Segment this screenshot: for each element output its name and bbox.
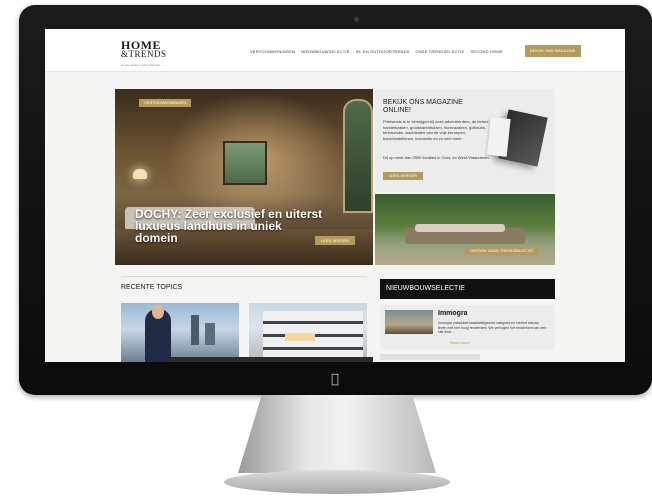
topics-divider	[121, 276, 367, 277]
nieuwbouwselectie-heading: NIEUWBOUWSELECTIE	[380, 279, 555, 299]
nieuwbouw-description: Immogra ontwikkelt kwalitatiefgericht va…	[438, 321, 547, 334]
person-face	[152, 305, 164, 319]
hero-read-more-button[interactable]: LEES VERDER	[315, 236, 356, 245]
hero-arched-window	[343, 99, 373, 213]
magazine-page	[486, 116, 511, 157]
skyline-tower	[191, 315, 199, 345]
hero-lamp	[133, 169, 147, 179]
monitor-stand-base	[224, 470, 450, 494]
main-nav: VERTOONWONINGEN NIEUWBOUWSELECTIE IN- EN…	[250, 49, 503, 54]
nav-item-nieuwbouwselectie[interactable]: NIEUWBOUWSELECTIE	[301, 49, 350, 54]
nieuwbouw-thumbnail[interactable]	[385, 310, 433, 334]
nieuwbouw-read-more-link[interactable]: Read more	[450, 340, 470, 345]
topic-card-2[interactable]	[249, 303, 367, 362]
topic-card-1[interactable]	[121, 303, 239, 362]
nav-item-in-en-outdoortrends[interactable]: IN- EN OUTDOORTRENDS	[356, 49, 410, 54]
logo-sub: &TRENDS	[121, 49, 167, 59]
promo-locations-text: Dit op meer dan 2500 locaties in Oost- e…	[383, 155, 490, 160]
magazine-cta-button[interactable]: BEKIJK ONS MAGAZINE	[525, 45, 581, 57]
nieuwbouw-name[interactable]: Immogra	[438, 310, 468, 317]
hero-category-badge[interactable]: VERTOONWONINGEN	[139, 99, 192, 107]
site-header: HOME &TRENDS wonen anders wonen lifestyl…	[45, 29, 625, 72]
hero-feature[interactable]: VERTOONWONINGEN DOCHY: Zeer exclusief en…	[115, 89, 373, 265]
trendselection-button[interactable]: ONTDEK ONZE TRENDSELECTIE	[465, 247, 539, 255]
magazine-promo: BEKIJK ONS MAGAZINE ONLINE! Printversie …	[375, 89, 555, 192]
monitor-stand	[238, 395, 436, 473]
topic-caption-strip	[168, 357, 373, 362]
logo-tagline: wonen anders wonen lifestyle	[121, 63, 161, 67]
promo-read-more-button[interactable]: LEES VERDER	[383, 172, 424, 180]
nav-item-onze-trendselectie[interactable]: ONZE TRENDSELECTIE	[416, 49, 465, 54]
nav-item-vertoonwoningen[interactable]: VERTOONWONINGEN	[250, 49, 295, 54]
hero-title[interactable]: DOCHY: Zeer exclusief en uiterst luxueus…	[135, 208, 325, 244]
recent-topics-heading: RECENTE TOPICS	[121, 284, 183, 291]
apple-logo-icon: 	[331, 372, 339, 387]
trendselection-tile[interactable]: ONTDEK ONZE TRENDSELECTIE	[375, 194, 555, 265]
website-screen: HOME &TRENDS wonen anders wonen lifestyl…	[45, 29, 625, 362]
camera-icon	[354, 17, 359, 22]
garden-cushions	[415, 224, 505, 232]
promo-text: Printversie is te verkrijgen bij onze ad…	[383, 119, 489, 141]
hero-window	[223, 141, 267, 185]
nav-item-second-home[interactable]: SECOND HOME	[470, 49, 502, 54]
skyline-tower	[205, 323, 215, 345]
lit-window	[285, 333, 315, 341]
nieuwbouw-next-card	[380, 354, 480, 360]
promo-title: BEKIJK ONS MAGAZINE ONLINE!	[383, 99, 463, 114]
nieuwbouw-card[interactable]: Immogra Immogra ontwikkelt kwalitatiefge…	[380, 305, 555, 349]
site-logo[interactable]: HOME &TRENDS wonen anders wonen lifestyl…	[121, 39, 167, 70]
magazine-image[interactable]	[486, 109, 548, 167]
